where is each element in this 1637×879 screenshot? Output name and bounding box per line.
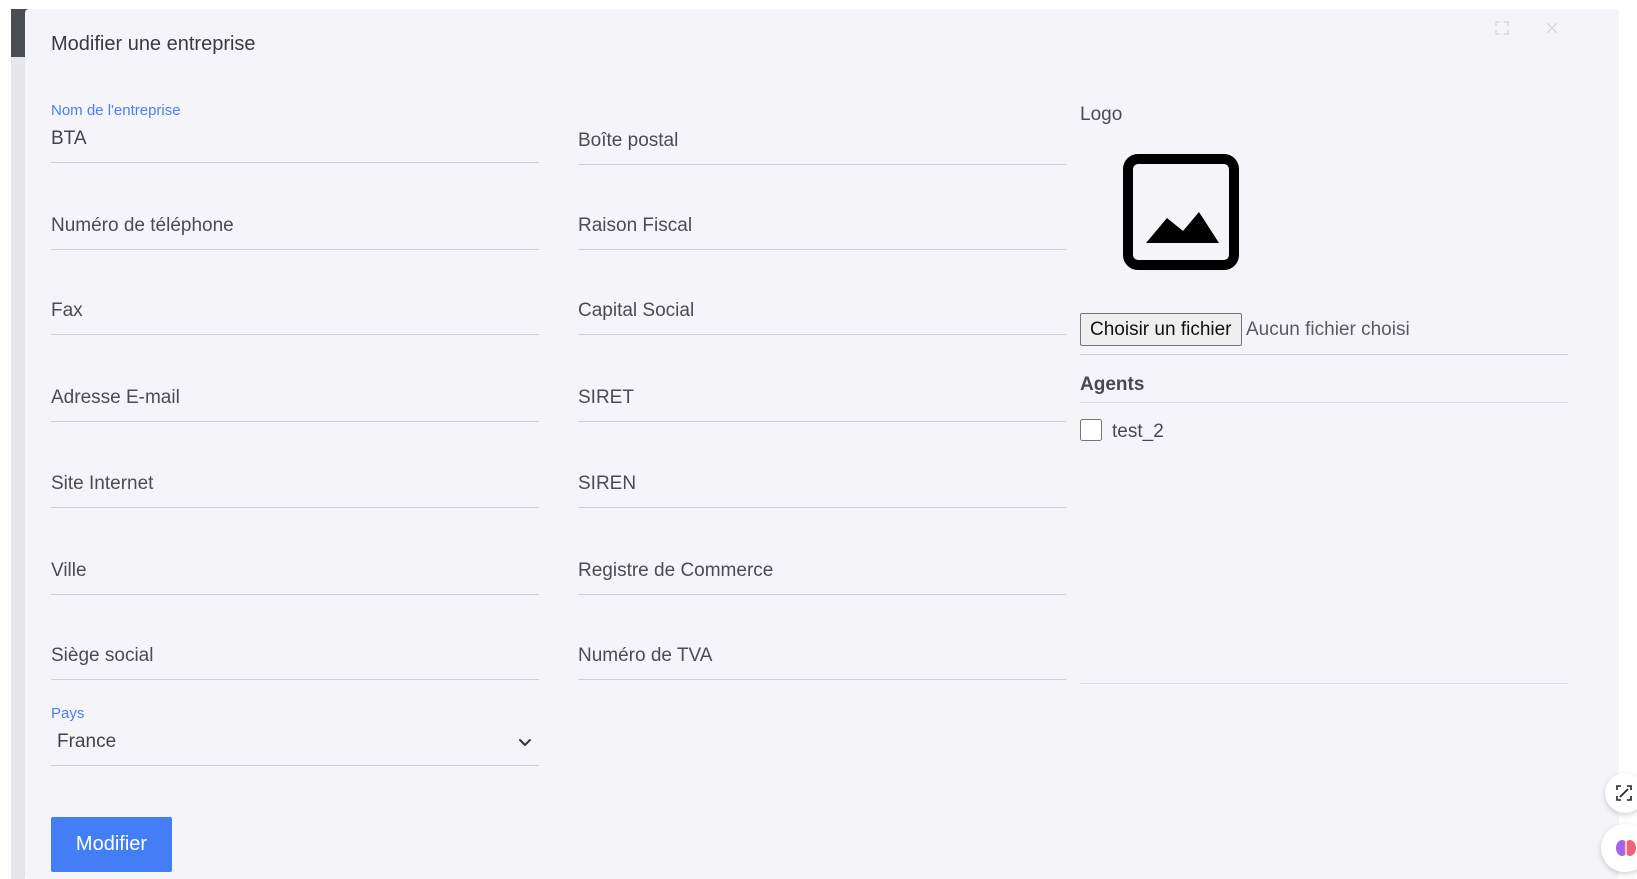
share-capital-placeholder: Capital Social	[578, 300, 695, 321]
trade-register-field[interactable]: Registre de Commerce	[578, 531, 1066, 595]
email-placeholder: Adresse E-mail	[51, 387, 180, 408]
right-column-divider	[1080, 683, 1568, 684]
company-name-label: Nom de l'entreprise	[51, 102, 181, 119]
siret-field[interactable]: SIRET	[578, 358, 1066, 422]
screenshot-icon	[1616, 785, 1632, 801]
vat-number-placeholder: Numéro de TVA	[578, 645, 713, 666]
po-box-field[interactable]: Boîte postal	[578, 101, 1066, 165]
head-office-field[interactable]: Siège social	[51, 616, 539, 680]
po-box-placeholder: Boîte postal	[578, 130, 679, 151]
phone-placeholder: Numéro de téléphone	[51, 215, 234, 236]
siret-placeholder: SIRET	[578, 387, 634, 408]
company-name-field[interactable]: Nom de l'entreprise BTA	[51, 99, 539, 163]
brain-icon	[1616, 840, 1636, 856]
screenshot-widget[interactable]	[1605, 773, 1637, 813]
siren-placeholder: SIREN	[578, 473, 637, 494]
agents-heading: Agents	[1080, 374, 1568, 403]
city-field[interactable]: Ville	[51, 531, 539, 595]
chevron-down-icon[interactable]	[517, 734, 533, 750]
close-icon[interactable]	[1545, 21, 1559, 35]
logo-file-input[interactable]: Choisir un fichier Aucun fichier choisi	[1080, 300, 1568, 355]
head-office-placeholder: Siège social	[51, 645, 154, 666]
backdrop-edge	[11, 57, 25, 879]
logo-label: Logo	[1080, 104, 1123, 125]
country-select[interactable]: Pays France	[51, 702, 539, 766]
country-value[interactable]: France	[57, 730, 116, 754]
modify-button[interactable]: Modifier	[51, 817, 172, 872]
fullscreen-icon[interactable]	[1495, 21, 1509, 35]
email-field[interactable]: Adresse E-mail	[51, 358, 539, 422]
modal-title: Modifier une entreprise	[51, 33, 256, 55]
tax-reason-field[interactable]: Raison Fiscal	[578, 186, 1066, 250]
file-status: Aucun fichier choisi	[1246, 319, 1410, 340]
city-placeholder: Ville	[51, 560, 87, 581]
vat-number-field[interactable]: Numéro de TVA	[578, 616, 1066, 680]
fax-placeholder: Fax	[51, 300, 83, 321]
share-capital-field[interactable]: Capital Social	[578, 271, 1066, 335]
country-label: Pays	[51, 705, 85, 722]
agent-checkbox[interactable]	[1080, 419, 1102, 441]
fax-field[interactable]: Fax	[51, 271, 539, 335]
trade-register-placeholder: Registre de Commerce	[578, 560, 774, 581]
choose-file-button[interactable]: Choisir un fichier	[1080, 313, 1242, 346]
website-field[interactable]: Site Internet	[51, 444, 539, 508]
image-placeholder-icon	[1123, 154, 1239, 270]
phone-field[interactable]: Numéro de téléphone	[51, 186, 539, 250]
website-placeholder: Site Internet	[51, 473, 154, 494]
tax-reason-placeholder: Raison Fiscal	[578, 215, 693, 236]
siren-field[interactable]: SIREN	[578, 444, 1066, 508]
agent-label: test_2	[1112, 421, 1164, 442]
company-name-value[interactable]: BTA	[51, 127, 87, 151]
